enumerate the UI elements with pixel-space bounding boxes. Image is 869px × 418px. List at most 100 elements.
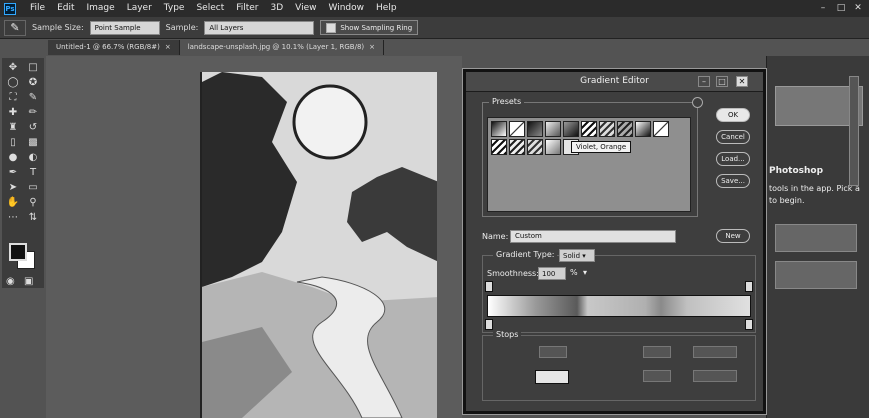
stops-group: Stops bbox=[482, 330, 756, 401]
opacity-stop-right[interactable] bbox=[745, 281, 753, 292]
type-tool-icon[interactable]: T bbox=[23, 165, 43, 180]
quick-select-tool-icon[interactable]: ✪ bbox=[23, 75, 43, 90]
menu-file[interactable]: File bbox=[24, 0, 51, 17]
preset-swatch[interactable] bbox=[617, 121, 633, 137]
crop-tool-icon[interactable]: ⛶ bbox=[3, 90, 23, 105]
eraser-tool-icon[interactable]: ▯ bbox=[3, 135, 23, 150]
screen-mode-icon[interactable]: ▣ bbox=[24, 276, 33, 287]
tab-label: landscape-unsplash.jpg @ 10.1% (Layer 1,… bbox=[187, 43, 365, 51]
edit-toolbar-icon[interactable]: ⋯ bbox=[3, 210, 23, 225]
brush-tool-icon[interactable]: ✏ bbox=[23, 105, 43, 120]
show-sampling-ring-checkbox[interactable] bbox=[326, 22, 337, 33]
move-tool-icon[interactable]: ✥ bbox=[3, 60, 23, 75]
menu-image[interactable]: Image bbox=[81, 0, 121, 17]
save-button[interactable]: Save... bbox=[716, 174, 750, 188]
landscape-artwork[interactable] bbox=[200, 72, 437, 418]
menu-type[interactable]: Type bbox=[158, 0, 191, 17]
opacity-stop-left[interactable] bbox=[485, 281, 493, 292]
preset-swatch[interactable] bbox=[599, 121, 615, 137]
new-label: New bbox=[725, 232, 741, 240]
menu-window[interactable]: Window bbox=[323, 0, 371, 17]
close-tab-icon[interactable]: × bbox=[165, 40, 171, 55]
tab-landscape[interactable]: landscape-unsplash.jpg @ 10.1% (Layer 1,… bbox=[179, 40, 384, 55]
gradient-preview-bar[interactable] bbox=[487, 295, 751, 317]
sample-size-select[interactable]: Point Sample bbox=[89, 20, 160, 35]
preset-swatch[interactable] bbox=[491, 139, 507, 155]
preset-swatch[interactable] bbox=[509, 139, 525, 155]
preset-swatch[interactable] bbox=[527, 121, 543, 137]
blur-tool-icon[interactable]: ● bbox=[3, 150, 23, 165]
smoothness-input[interactable]: 100 bbox=[538, 267, 566, 280]
menu-edit[interactable]: Edit bbox=[51, 0, 80, 17]
tab-untitled-1[interactable]: Untitled-1 @ 66.7% (RGB/8#) × bbox=[48, 40, 180, 55]
menu-layer[interactable]: Layer bbox=[121, 0, 158, 17]
stop-color-swatch[interactable] bbox=[535, 370, 569, 384]
hand-tool-icon[interactable]: ✋ bbox=[3, 195, 23, 210]
dialog-minimize-icon[interactable]: – bbox=[698, 76, 710, 87]
stamp-tool-icon[interactable]: ♜ bbox=[3, 120, 23, 135]
gradient-type-value: Solid bbox=[563, 252, 581, 260]
menu-help[interactable]: Help bbox=[370, 0, 403, 17]
minimize-icon[interactable]: – bbox=[818, 3, 828, 13]
lasso-tool-icon[interactable]: ◯ bbox=[3, 75, 23, 90]
panel-scrollbar[interactable] bbox=[849, 76, 859, 186]
path-select-tool-icon[interactable]: ➤ bbox=[3, 180, 23, 195]
swap-colors-icon[interactable]: ⇅ bbox=[23, 210, 43, 225]
preset-swatch[interactable] bbox=[509, 121, 525, 137]
menu-filter[interactable]: Filter bbox=[230, 0, 264, 17]
new-button[interactable]: New bbox=[716, 229, 750, 243]
gradient-type-select[interactable]: Solid ▾ bbox=[559, 249, 595, 262]
zoom-tool-icon[interactable]: ⚲ bbox=[23, 195, 43, 210]
preset-swatch[interactable] bbox=[527, 139, 543, 155]
eyedropper-tool-preset-icon[interactable]: ✎ bbox=[4, 19, 26, 36]
stop-color-delete-button[interactable] bbox=[693, 370, 737, 382]
cancel-button[interactable]: Cancel bbox=[716, 130, 750, 144]
preset-swatch[interactable] bbox=[545, 121, 561, 137]
smoothness-dropdown-icon[interactable]: ▾ bbox=[583, 268, 587, 277]
color-stop-right[interactable] bbox=[745, 319, 753, 330]
stop-delete-button[interactable] bbox=[693, 346, 737, 358]
color-stop-left[interactable] bbox=[485, 319, 493, 330]
dialog-close-icon[interactable]: ✕ bbox=[736, 76, 748, 87]
menu-view[interactable]: View bbox=[289, 0, 322, 17]
gradient-name-input[interactable]: Custom bbox=[510, 230, 676, 243]
preset-swatch[interactable] bbox=[581, 121, 597, 137]
dodge-tool-icon[interactable]: ◐ bbox=[23, 150, 43, 165]
preset-swatch[interactable] bbox=[563, 121, 579, 137]
preset-swatch[interactable] bbox=[635, 121, 651, 137]
tutorial-thumbnail[interactable] bbox=[775, 261, 857, 289]
maximize-icon[interactable]: □ bbox=[836, 3, 846, 13]
foreground-color-swatch[interactable] bbox=[9, 243, 27, 261]
load-button[interactable]: Load... bbox=[716, 152, 750, 166]
close-icon[interactable]: ✕ bbox=[853, 3, 863, 13]
presets-gear-icon[interactable] bbox=[692, 97, 703, 108]
gradient-tool-icon[interactable]: ▩ bbox=[23, 135, 43, 150]
menu-3d[interactable]: 3D bbox=[265, 0, 290, 17]
photoshop-window: Ps File Edit Image Layer Type Select Fil… bbox=[0, 0, 869, 418]
tutorial-thumbnail[interactable] bbox=[775, 224, 857, 252]
history-brush-icon[interactable]: ↺ bbox=[23, 120, 43, 135]
menu-select[interactable]: Select bbox=[190, 0, 230, 17]
ok-button[interactable]: OK bbox=[716, 108, 750, 122]
eyedropper-tool-icon[interactable]: ✎ bbox=[23, 90, 43, 105]
photoshop-logo-icon: Ps bbox=[4, 2, 16, 15]
show-sampling-ring-toggle[interactable]: Show Sampling Ring bbox=[320, 20, 419, 35]
stop-location-field[interactable] bbox=[643, 346, 671, 358]
preset-swatch[interactable] bbox=[545, 139, 561, 155]
dialog-titlebar[interactable]: Gradient Editor – □ ✕ bbox=[466, 72, 763, 92]
dialog-maximize-icon[interactable]: □ bbox=[716, 76, 728, 87]
sample-select[interactable]: All Layers bbox=[204, 20, 315, 35]
close-tab-icon[interactable]: × bbox=[369, 40, 375, 55]
options-bar: ✎ Sample Size: Point Sample Sample: All … bbox=[0, 17, 869, 39]
stop-opacity-field[interactable] bbox=[539, 346, 567, 358]
preset-swatch[interactable] bbox=[491, 121, 507, 137]
gradient-type-label: Gradient Type: bbox=[493, 250, 558, 259]
preset-swatch[interactable] bbox=[653, 121, 669, 137]
marquee-tool-icon[interactable]: □ bbox=[23, 60, 43, 75]
pen-tool-icon[interactable]: ✒ bbox=[3, 165, 23, 180]
learn-panel-text-2: to begin. bbox=[769, 196, 805, 205]
quick-mask-icon[interactable]: ◉ bbox=[6, 276, 15, 287]
shape-tool-icon[interactable]: ▭ bbox=[23, 180, 43, 195]
stop-color-location-field[interactable] bbox=[643, 370, 671, 382]
healing-tool-icon[interactable]: ✚ bbox=[3, 105, 23, 120]
